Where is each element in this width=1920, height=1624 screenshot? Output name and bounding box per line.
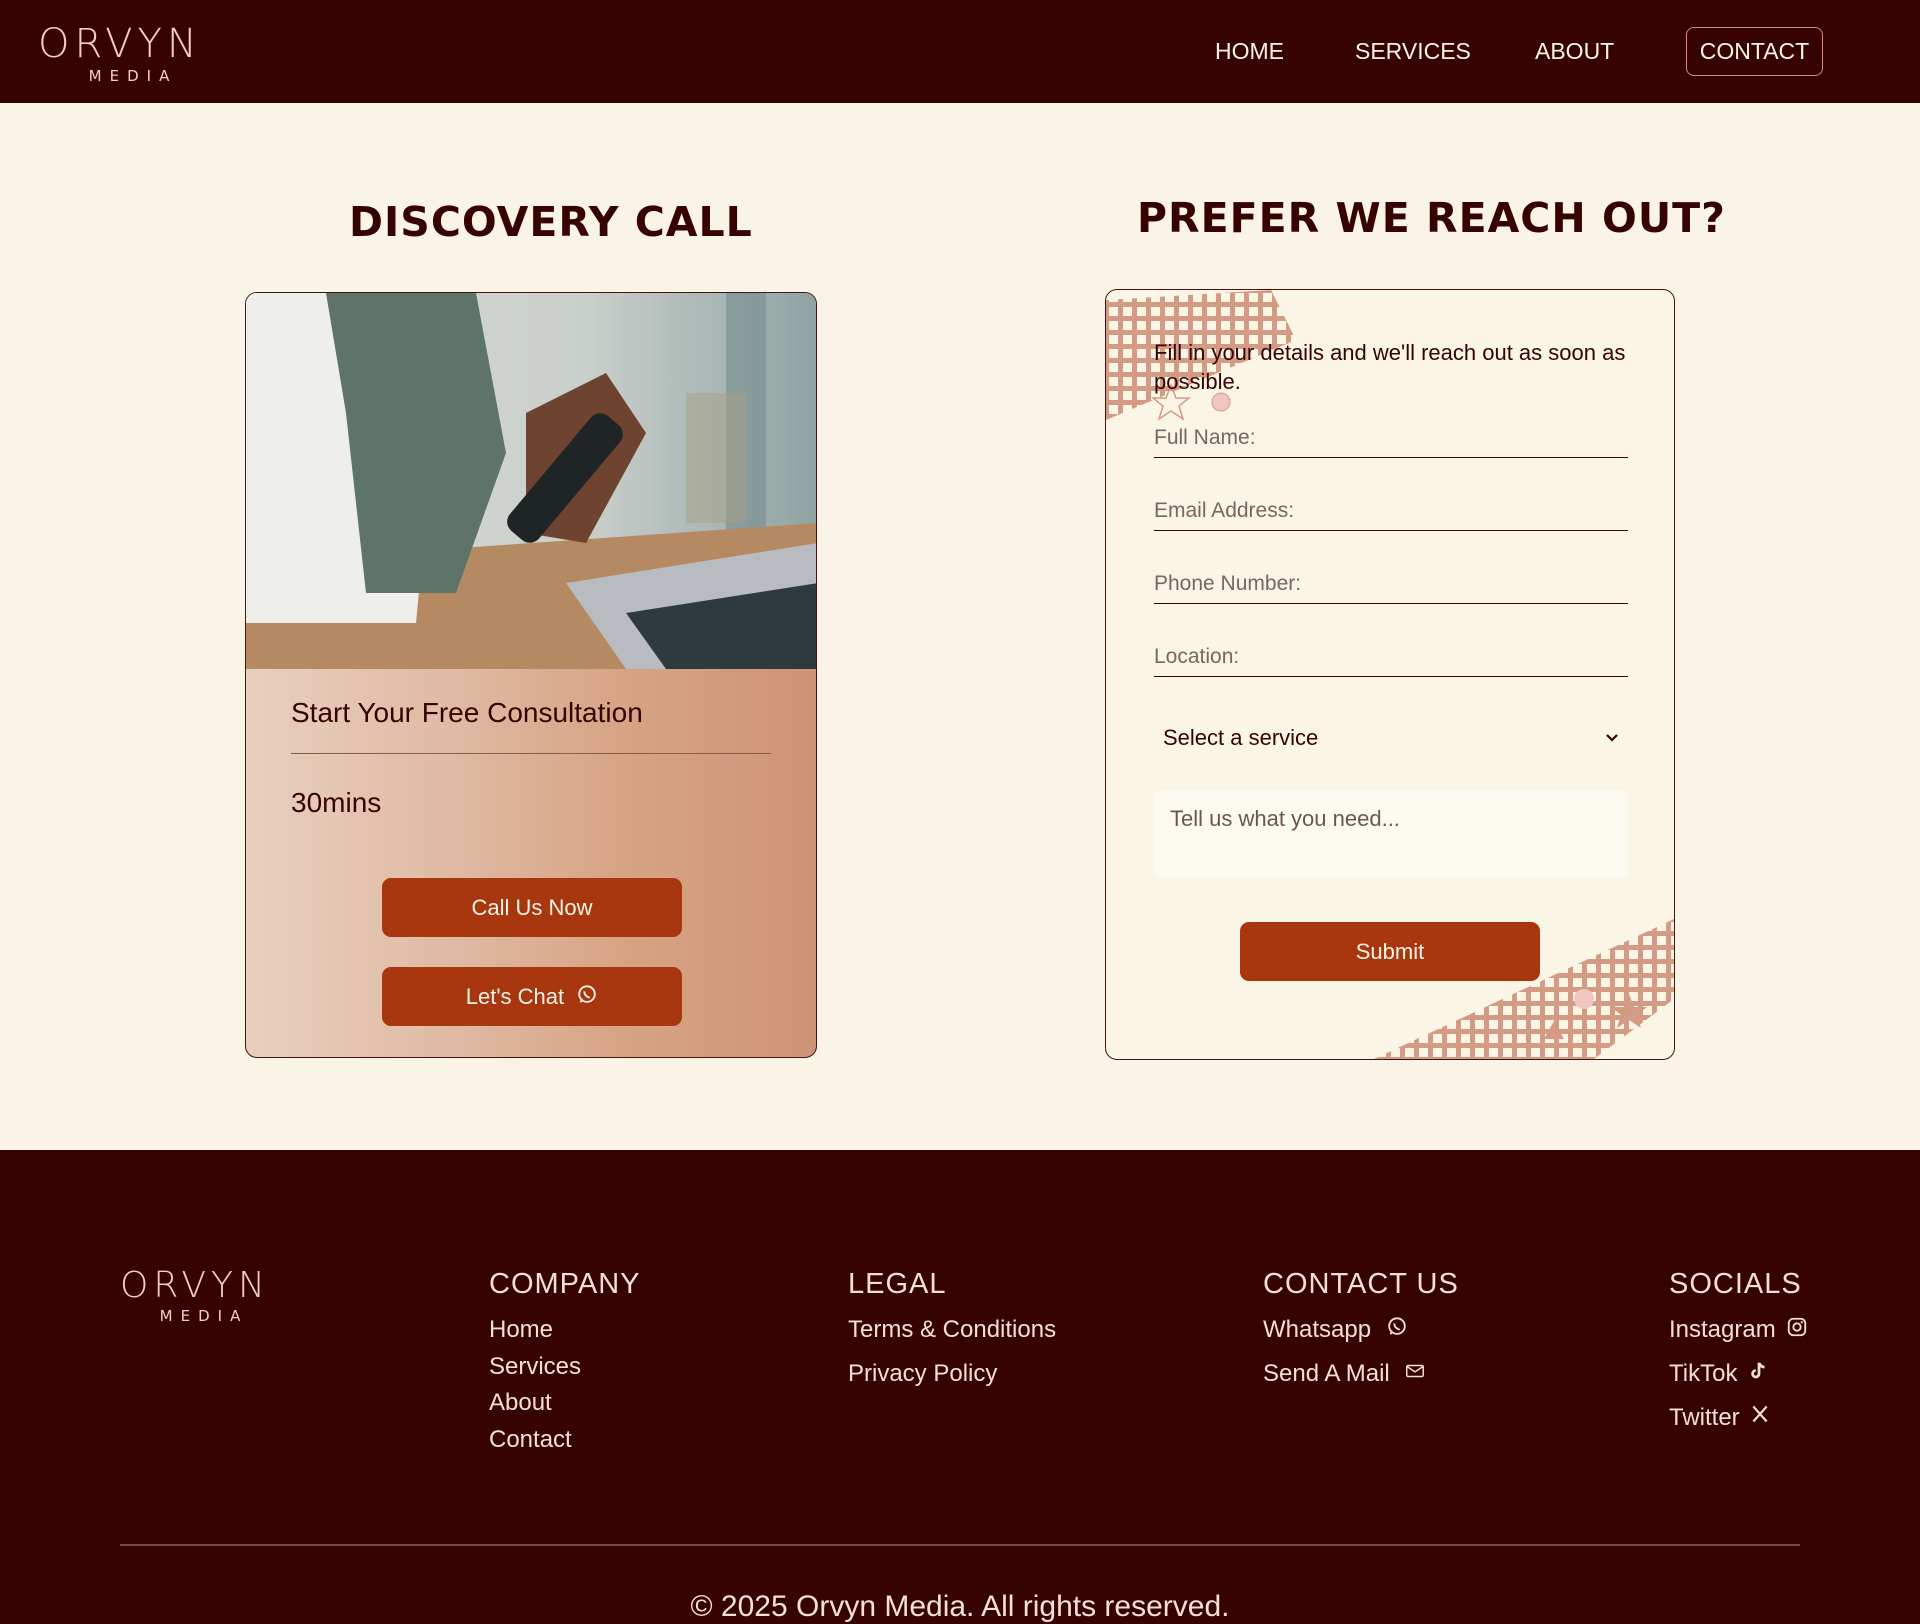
consultation-photo xyxy=(246,293,816,669)
footer-services-link[interactable]: Services xyxy=(489,1353,581,1381)
send-mail-link[interactable]: Send A Mail xyxy=(1263,1360,1426,1388)
service-select-value: Select a service xyxy=(1163,725,1319,750)
footer-logo[interactable]: ORVYN MEDIA xyxy=(120,1268,282,1324)
footer-legal-title: LEGAL xyxy=(848,1268,947,1300)
terms-link[interactable]: Terms & Conditions xyxy=(848,1316,1056,1344)
reach-out-form: Fill in your details and we'll reach out… xyxy=(1105,289,1675,1060)
message-textarea[interactable]: Tell us what you need... xyxy=(1154,790,1628,878)
tiktok-icon xyxy=(1748,1360,1770,1388)
consultation-duration: 30mins xyxy=(291,787,382,818)
footer-logo-sub: MEDIA xyxy=(159,1307,249,1325)
instagram-icon xyxy=(1786,1316,1808,1344)
instagram-link[interactable]: Instagram xyxy=(1669,1316,1808,1344)
instagram-label: Instagram xyxy=(1669,1316,1776,1343)
tiktok-label: TikTok xyxy=(1669,1360,1738,1387)
email-field[interactable]: Email Address: xyxy=(1154,491,1628,531)
submit-button[interactable]: Submit xyxy=(1240,922,1540,981)
card-title: Start Your Free Consultation xyxy=(291,697,643,728)
mail-icon xyxy=(1404,1360,1426,1388)
footer: ORVYN MEDIA COMPANY Home Services About … xyxy=(0,1150,1920,1624)
card-divider xyxy=(291,753,771,754)
footer-about-link[interactable]: About xyxy=(489,1389,552,1417)
brand-logo-word: ORVYN xyxy=(38,21,202,67)
nav-about-link[interactable]: ABOUT xyxy=(1535,38,1614,64)
whatsapp-icon xyxy=(1386,1316,1408,1344)
footer-logo-word: ORVYN xyxy=(120,1265,270,1306)
phone-field[interactable]: Phone Number: xyxy=(1154,564,1628,604)
form-intro-text: Fill in your details and we'll reach out… xyxy=(1154,340,1626,394)
footer-home-link[interactable]: Home xyxy=(489,1316,553,1344)
whatsapp-icon xyxy=(576,969,598,1028)
chevron-down-icon xyxy=(1604,714,1620,780)
whatsapp-label: Whatsapp xyxy=(1263,1316,1372,1343)
footer-divider xyxy=(120,1544,1800,1546)
x-twitter-icon xyxy=(1750,1404,1770,1430)
reach-out-heading: PREFER WE REACH OUT? xyxy=(1137,194,1726,242)
top-nav: ORVYN MEDIA HOME SERVICES ABOUT CONTACT xyxy=(0,0,1920,103)
footer-contact-title: CONTACT US xyxy=(1263,1268,1459,1300)
full-name-field[interactable]: Full Name: xyxy=(1154,418,1628,458)
footer-company-title: COMPANY xyxy=(489,1268,641,1300)
brand-logo-sub: MEDIA xyxy=(88,67,178,85)
nav-home-link[interactable]: HOME xyxy=(1215,38,1284,64)
privacy-policy-link[interactable]: Privacy Policy xyxy=(848,1360,997,1388)
location-field[interactable]: Location: xyxy=(1154,637,1628,677)
lets-chat-label: Let's Chat xyxy=(465,984,565,1009)
nav-contact-button[interactable]: CONTACT xyxy=(1686,27,1823,76)
discovery-card: Start Your Free Consultation 30mins Call… xyxy=(245,292,817,1058)
service-select[interactable]: Select a service xyxy=(1154,714,1628,762)
nav-services-link[interactable]: SERVICES xyxy=(1355,38,1471,64)
discovery-call-heading: DISCOVERY CALL xyxy=(349,198,753,246)
copyright-text: © 2025 Orvyn Media. All rights reserved. xyxy=(690,1590,1230,1623)
twitter-link[interactable]: Twitter xyxy=(1669,1404,1770,1432)
tiktok-link[interactable]: TikTok xyxy=(1669,1360,1770,1388)
whatsapp-link[interactable]: Whatsapp xyxy=(1263,1316,1408,1344)
footer-contact-link[interactable]: Contact xyxy=(489,1426,572,1454)
lets-chat-button[interactable]: Let's Chat xyxy=(382,967,682,1026)
twitter-label: Twitter xyxy=(1669,1404,1740,1431)
call-us-now-button[interactable]: Call Us Now xyxy=(382,878,682,937)
footer-socials-title: SOCIALS xyxy=(1669,1268,1802,1300)
send-mail-label: Send A Mail xyxy=(1263,1360,1390,1387)
brand-logo[interactable]: ORVYN MEDIA xyxy=(38,24,220,84)
